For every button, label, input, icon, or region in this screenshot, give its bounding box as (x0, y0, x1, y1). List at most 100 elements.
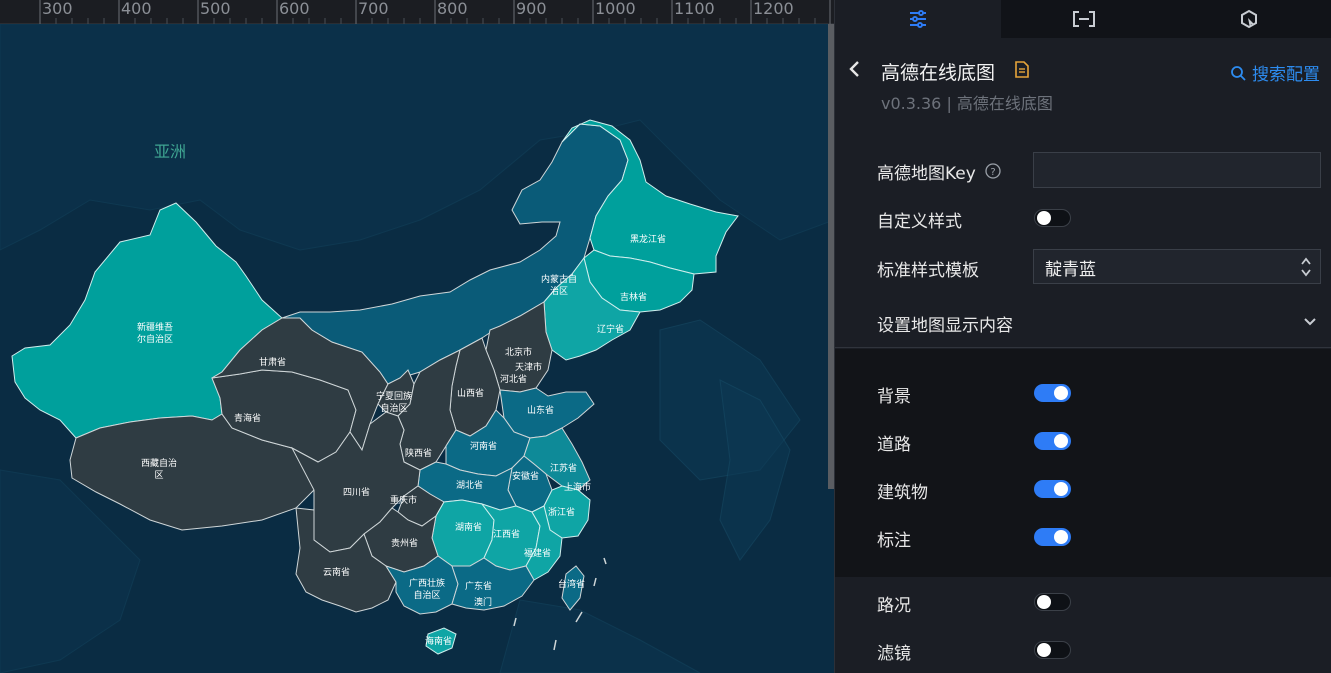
template-select-value: 靛青蓝 (1045, 260, 1096, 280)
filter-label: 滤镜 (877, 644, 911, 664)
toggle-knob (1037, 595, 1051, 609)
filter-toggle[interactable] (1034, 641, 1071, 659)
label-fujian: 福建省 (524, 549, 552, 559)
label-heilongjiang: 黑龙江省 (630, 235, 667, 245)
display-item-label: 道路 (877, 435, 911, 455)
label-gansu: 甘肃省 (259, 358, 287, 368)
label-hebei: 河北省 (500, 375, 528, 385)
label-macau: 澳门 (474, 598, 493, 608)
search-config-label: 搜索配置 (1252, 65, 1320, 85)
toggle-knob (1054, 386, 1068, 400)
ruler-tick-label: 300 (42, 0, 73, 18)
label-shandong: 山东省 (527, 406, 555, 416)
label-guangdong: 广东省 (465, 582, 493, 592)
ruler-tick-label: 1200 (753, 0, 794, 18)
chevron-down-icon (1304, 318, 1316, 326)
traffic-label: 路况 (877, 596, 911, 616)
label-toggle[interactable] (1034, 528, 1071, 546)
ruler-tick-label: 800 (437, 0, 468, 18)
amap-key-input[interactable] (1033, 152, 1321, 188)
template-label: 标准样式模板 (877, 261, 979, 281)
custom-style-label: 自定义样式 (877, 212, 962, 232)
editor-root: 300 400 500 600 700 800 900 1000 1100 12… (0, 0, 1331, 673)
bracket-frame-icon (1072, 11, 1095, 27)
background-toggle[interactable] (1034, 384, 1071, 402)
display-item-road: 道路 (835, 423, 1331, 459)
custom-style-row: 自定义样式 (835, 200, 1331, 236)
sliders-icon (909, 10, 926, 28)
ruler-tick-label: 1000 (595, 0, 636, 18)
label-xizang: 西藏自治区 (141, 459, 178, 481)
tab-data[interactable] (1001, 0, 1167, 38)
label-shanxi: 山西省 (457, 389, 485, 399)
ruler-tick-label: 400 (121, 0, 152, 18)
help-icon[interactable]: ? (985, 163, 1001, 179)
label-liaoning: 辽宁省 (597, 325, 625, 335)
label-shanghai: 上海市 (564, 483, 592, 493)
label-yunnan: 云南省 (323, 568, 351, 578)
display-item-label: 标注 (877, 531, 911, 551)
label-anhui: 安徽省 (512, 472, 540, 482)
label-jiangxi: 江西省 (493, 530, 521, 540)
display-item-background: 背景 (835, 375, 1331, 411)
display-item-label: 建筑物 (877, 483, 928, 503)
display-content-collapse[interactable]: 设置地图显示内容 (835, 300, 1331, 348)
ruler-tick-label: 900 (516, 0, 547, 18)
label-hubei: 湖北省 (456, 481, 484, 491)
map-canvas[interactable]: 300 400 500 600 700 800 900 1000 1100 12… (0, 0, 834, 673)
ruler-tick-label: 500 (200, 0, 231, 18)
template-select[interactable]: 靛青蓝 (1033, 249, 1321, 284)
label-xinjiang: 新疆维吾 尔自治区 (137, 323, 174, 345)
label-ningxia: 宁夏回族 自治区 (376, 392, 413, 414)
label-sichuan: 四川省 (343, 488, 371, 498)
label-hunan: 湖南省 (455, 523, 483, 533)
ruler-tick-label: 1100 (674, 0, 715, 18)
label-henan: 河南省 (470, 442, 498, 452)
search-icon (1231, 65, 1246, 81)
label-hainan: 海南省 (425, 637, 453, 647)
continent-label: 亚洲 (154, 142, 187, 161)
toggle-knob (1054, 434, 1068, 448)
back-arrow-icon[interactable] (847, 60, 863, 78)
panel-tabs (835, 0, 1331, 38)
road-toggle[interactable] (1034, 432, 1071, 450)
traffic-toggle[interactable] (1034, 593, 1071, 611)
toggle-knob (1054, 482, 1068, 496)
label-guangxi: 广西壮族 自治区 (409, 579, 446, 601)
label-chongqing: 重庆市 (390, 496, 418, 506)
horizontal-ruler: 300 400 500 600 700 800 900 1000 1100 12… (0, 0, 834, 24)
tab-interaction[interactable] (1166, 0, 1331, 38)
display-content-label: 设置地图显示内容 (877, 316, 1013, 336)
ruler-tick-label: 700 (358, 0, 389, 18)
toggle-knob (1054, 530, 1068, 544)
up-down-arrows-icon (1301, 257, 1311, 277)
china-map[interactable]: 亚洲 新疆维吾 尔自治区 西藏自治区 青海省 甘肃省 内蒙古自 治区 黑龙江省 吉林… (0, 24, 834, 673)
label-beijing: 北京市 (505, 348, 533, 358)
component-header: 高德在线底图 v0.3.36 | 高德在线底图 搜索配置 (835, 38, 1331, 122)
custom-style-toggle[interactable] (1034, 209, 1071, 227)
filter-row: 滤镜 (835, 632, 1331, 668)
label-jiangsu: 江苏省 (550, 464, 578, 474)
toggle-knob (1037, 643, 1051, 657)
label-guizhou: 贵州省 (391, 539, 419, 549)
ruler-tick-label: 600 (279, 0, 310, 18)
label-shaanxi: 陕西省 (405, 449, 433, 459)
search-config-button[interactable]: 搜索配置 (1230, 60, 1320, 85)
document-icon[interactable] (1015, 61, 1029, 78)
traffic-row: 路况 (835, 584, 1331, 620)
amap-key-label: 高德地图Key (877, 164, 976, 184)
toggle-knob (1037, 211, 1051, 225)
component-version: v0.3.36 | 高德在线底图 (881, 94, 1053, 113)
label-tianjin: 天津市 (515, 363, 543, 373)
interaction-icon (1241, 9, 1258, 29)
label-zhejiang: 浙江省 (548, 508, 576, 518)
display-item-label: 背景 (877, 387, 911, 407)
component-title: 高德在线底图 (881, 62, 996, 84)
tab-config[interactable] (835, 0, 1001, 38)
building-toggle[interactable] (1034, 480, 1071, 498)
display-item-building: 建筑物 (835, 471, 1331, 507)
config-panel: 高德在线底图 v0.3.36 | 高德在线底图 搜索配置 高德地图Key ? 自… (834, 0, 1331, 673)
svg-text:?: ? (990, 167, 995, 178)
map-svg (0, 24, 834, 673)
label-jilin: 吉林省 (620, 293, 648, 303)
